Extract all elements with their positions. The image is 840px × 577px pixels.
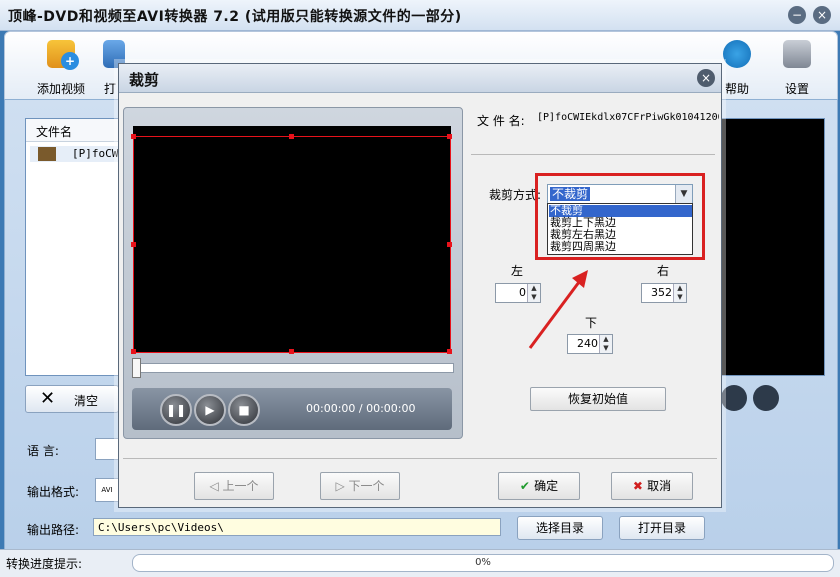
spinner-arrows-icon[interactable]: ▲ ▼ xyxy=(673,284,686,302)
choose-dir-button[interactable]: 选择目录 xyxy=(517,516,603,540)
output-format-label: 输出格式: xyxy=(27,485,80,499)
title-bar: 顶峰-DVD和视频至AVI转换器 7.2 (试用版只能转换源文件的一部分) − … xyxy=(0,0,840,31)
close-button[interactable]: × xyxy=(813,6,831,24)
filename-label: 文 件 名: xyxy=(477,114,525,128)
ok-button[interactable]: ✔ 确定 xyxy=(498,472,580,500)
spinner-arrows-icon[interactable]: ▲ ▼ xyxy=(599,335,612,353)
right-value: 352 xyxy=(651,286,672,299)
settings-label: 设置 xyxy=(784,82,809,96)
add-video-button[interactable]: + 添加视频 xyxy=(29,32,93,98)
crop-mode-label: 裁剪方式: xyxy=(489,188,542,202)
left-value: 0 xyxy=(519,286,526,299)
left-spinner[interactable]: 0 ▲ ▼ xyxy=(495,283,541,303)
crop-handle[interactable] xyxy=(447,134,452,139)
cancel-button[interactable]: ✖ 取消 xyxy=(611,472,693,500)
pause-button[interactable]: ❚❚ xyxy=(160,394,192,426)
camera-icon[interactable] xyxy=(721,385,747,411)
bottom-spinner[interactable]: 240 ▲ ▼ xyxy=(567,334,613,354)
spinner-arrows-icon[interactable]: ▲ ▼ xyxy=(527,284,540,302)
prev-label: 上一个 xyxy=(222,479,259,493)
output-path-label: 输出路径: xyxy=(27,523,80,537)
clear-button[interactable]: ✕ 清空 xyxy=(25,385,119,413)
x-icon: ✕ xyxy=(40,388,56,409)
ok-label: 确定 xyxy=(534,479,559,493)
seek-bar[interactable] xyxy=(132,363,454,373)
crop-handle[interactable] xyxy=(131,349,136,354)
timecode: 00:00:00 / 00:00:00 xyxy=(306,402,416,415)
highlight-annotation xyxy=(535,173,705,260)
folder-icon[interactable] xyxy=(753,385,779,411)
next-button[interactable]: ▷ 下一个 xyxy=(320,472,400,500)
preview-panel xyxy=(705,118,825,376)
film-icon xyxy=(38,147,56,161)
filename-column-header: 文件名 xyxy=(36,125,73,139)
dialog-close-button[interactable]: × xyxy=(697,69,715,87)
x-icon: ✖ xyxy=(632,479,648,493)
crop-handle[interactable] xyxy=(289,349,294,354)
progress-label: 转换进度提示: xyxy=(6,557,83,571)
check-icon: ✔ xyxy=(519,479,535,493)
divider xyxy=(471,154,715,155)
video-preview xyxy=(131,126,452,354)
crop-handle[interactable] xyxy=(289,134,294,139)
bottom-value: 240 xyxy=(577,337,598,350)
stop-icon: ■ xyxy=(238,403,250,417)
help-icon xyxy=(723,40,751,68)
progress-bar: 0% xyxy=(132,554,834,572)
language-label: 语 言: xyxy=(27,444,59,458)
left-label: 左 xyxy=(511,264,524,278)
filename-value: [P]foCWIEkdlx07CFrPiwGk01041200 xyxy=(537,112,719,123)
clear-label: 清空 xyxy=(74,394,99,408)
crop-dialog: 裁剪 × ❚❚ ▶ ■ 00:00:00 / 00:00:00 文 件 名: [… xyxy=(118,63,722,508)
right-label: 右 xyxy=(657,264,670,278)
next-label: 下一个 xyxy=(348,479,385,493)
add-video-label: 添加视频 xyxy=(36,82,85,96)
minimize-button[interactable]: − xyxy=(788,6,806,24)
dialog-title: 裁剪 xyxy=(129,71,160,89)
crop-handle[interactable] xyxy=(447,242,452,247)
play-button[interactable]: ▶ xyxy=(194,394,226,426)
prev-button[interactable]: ◁ 上一个 xyxy=(194,472,274,500)
app-title: 顶峰-DVD和视频至AVI转换器 7.2 (试用版只能转换源文件的一部分) xyxy=(8,9,462,25)
crop-handle[interactable] xyxy=(131,242,136,247)
bottom-label: 下 xyxy=(585,316,598,330)
stop-button[interactable]: ■ xyxy=(228,394,260,426)
crop-handle[interactable] xyxy=(447,349,452,354)
open-dir-button[interactable]: 打开目录 xyxy=(619,516,705,540)
playback-controls: ❚❚ ▶ ■ 00:00:00 / 00:00:00 xyxy=(132,388,452,430)
chevron-left-icon: ◁ xyxy=(209,479,223,493)
dialog-title-bar: 裁剪 × xyxy=(119,64,721,93)
film-add-icon: + xyxy=(47,40,79,70)
crop-frame[interactable] xyxy=(131,134,452,354)
reset-button[interactable]: 恢复初始值 xyxy=(530,387,666,411)
seek-thumb[interactable] xyxy=(132,358,141,378)
cancel-label: 取消 xyxy=(647,479,672,493)
tools-icon xyxy=(783,40,811,68)
right-spinner[interactable]: 352 ▲ ▼ xyxy=(641,283,687,303)
progress-text: 0% xyxy=(475,557,491,568)
output-path-field[interactable]: C:\Users\pc\Videos\ xyxy=(93,518,501,536)
crop-handle[interactable] xyxy=(131,134,136,139)
divider xyxy=(123,458,717,459)
settings-button[interactable]: 设置 xyxy=(765,32,829,98)
video-panel: ❚❚ ▶ ■ 00:00:00 / 00:00:00 xyxy=(123,107,463,439)
avi-format-icon[interactable]: AVI xyxy=(95,478,119,502)
play-icon: ▶ xyxy=(205,403,215,417)
chevron-right-icon: ▷ xyxy=(335,479,349,493)
pause-icon: ❚❚ xyxy=(165,403,187,417)
